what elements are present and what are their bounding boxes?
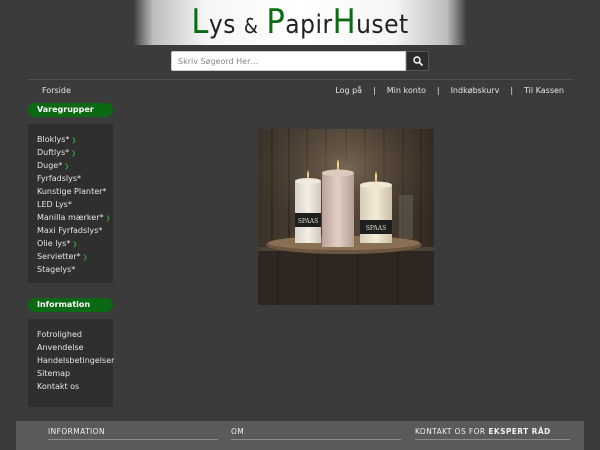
information-list: Fotrolighed Anvendelse Handelsbetingelse… bbox=[37, 328, 114, 393]
nav-my-account-link[interactable]: Min konto bbox=[387, 86, 426, 95]
category-link[interactable]: Fyrfadslys* bbox=[37, 174, 81, 183]
list-item[interactable]: Olie lys* ❯ bbox=[37, 237, 113, 250]
logo-ampersand: & bbox=[243, 14, 259, 38]
search-button[interactable] bbox=[406, 51, 429, 71]
list-item[interactable]: Sitemap bbox=[37, 367, 113, 380]
category-link[interactable]: Maxi Fyrfadslys* bbox=[37, 226, 102, 235]
category-link[interactable]: LED Lys* bbox=[37, 200, 72, 209]
information-heading: Information bbox=[28, 298, 113, 312]
category-link[interactable]: Duftlys* bbox=[37, 148, 69, 157]
footer-contact-bold: EKSPERT RÅD bbox=[488, 427, 551, 436]
hero-image[interactable]: SPAAS SPAAS bbox=[258, 129, 434, 305]
search-input[interactable] bbox=[171, 51, 406, 71]
nav-separator: | bbox=[510, 86, 514, 95]
expand-arrow-icon[interactable]: ❯ bbox=[83, 254, 88, 261]
list-item[interactable]: Maxi Fyrfadslys* bbox=[37, 224, 113, 237]
list-item[interactable]: Kontakt os bbox=[37, 380, 113, 393]
nav-login-link[interactable]: Log på bbox=[335, 86, 362, 95]
list-item[interactable]: Manilla mærker* ❯ bbox=[37, 211, 113, 224]
logo-word-lys: ys bbox=[208, 10, 244, 40]
nav-cart-link[interactable]: Indkøbskurv bbox=[451, 86, 500, 95]
list-item[interactable]: Duge* ❯ bbox=[37, 159, 113, 172]
expand-arrow-icon[interactable]: ❯ bbox=[72, 241, 77, 248]
list-item[interactable]: Anvendelse bbox=[37, 341, 113, 354]
footer-contact-title: KONTAKT OS FOR EKSPERT RÅD bbox=[415, 427, 551, 436]
expand-arrow-icon[interactable]: ❯ bbox=[71, 150, 76, 157]
categories-heading: Varegrupper bbox=[28, 103, 113, 117]
logo-word-uset: uset bbox=[356, 10, 409, 40]
site-logo[interactable]: Lys & PapirHuset bbox=[191, 0, 408, 46]
candle-label: SPAAS bbox=[298, 218, 318, 225]
expand-arrow-icon[interactable]: ❯ bbox=[64, 163, 69, 170]
logo-banner[interactable]: Lys & PapirHuset bbox=[133, 0, 467, 45]
list-item[interactable]: Duftlys* ❯ bbox=[37, 146, 113, 159]
expand-arrow-icon[interactable]: ❯ bbox=[71, 137, 76, 144]
footer-rule bbox=[48, 439, 218, 440]
list-item[interactable]: Stagelys* bbox=[37, 263, 113, 276]
search-icon bbox=[412, 56, 423, 66]
category-link[interactable]: Stagelys* bbox=[37, 265, 75, 274]
info-link-contact[interactable]: Kontakt os bbox=[37, 382, 79, 391]
search-bar bbox=[171, 51, 429, 71]
nav-home-link[interactable]: Forside bbox=[42, 86, 71, 95]
logo-letter-p: P bbox=[266, 2, 286, 42]
list-item[interactable]: Kunstige Planter* bbox=[37, 185, 113, 198]
nav-separator: | bbox=[373, 86, 376, 95]
list-item[interactable]: Servietter* ❯ bbox=[37, 250, 113, 263]
category-link[interactable]: Olie lys* bbox=[37, 239, 70, 248]
info-link-sitemap[interactable]: Sitemap bbox=[37, 369, 70, 378]
expand-arrow-icon[interactable]: ❯ bbox=[105, 215, 110, 222]
logo-letter-l: L bbox=[191, 2, 209, 42]
header-divider bbox=[27, 79, 574, 80]
info-link-usage[interactable]: Anvendelse bbox=[37, 343, 84, 352]
list-item[interactable]: LED Lys* bbox=[37, 198, 113, 211]
nav-checkout-link[interactable]: Til Kassen bbox=[524, 86, 564, 95]
category-link[interactable]: Duge* bbox=[37, 161, 62, 170]
user-nav: Log på | Min konto | Indkøbskurv | Til K… bbox=[335, 86, 564, 95]
categories-panel: Bloklys* ❯ Duftlys* ❯ Duge* ❯ Fyrfadslys* Kunst… bbox=[28, 124, 113, 283]
category-link[interactable]: Bloklys* bbox=[37, 135, 69, 144]
list-item[interactable]: Bloklys* ❯ bbox=[37, 133, 113, 146]
info-link-privacy[interactable]: Fotrolighed bbox=[37, 330, 82, 339]
nav-separator: | bbox=[436, 86, 440, 95]
list-item[interactable]: Handelsbetingelser bbox=[37, 354, 114, 367]
category-link[interactable]: Servietter* bbox=[37, 252, 81, 261]
footer-contact-prefix: KONTAKT OS FOR bbox=[415, 427, 489, 436]
category-link[interactable]: Kunstige Planter* bbox=[37, 187, 106, 196]
logo-word-apir: apir bbox=[285, 10, 333, 40]
info-link-terms[interactable]: Handelsbetingelser bbox=[37, 356, 114, 365]
footer-rule bbox=[231, 439, 401, 440]
category-link[interactable]: Manilla mærker* bbox=[37, 213, 103, 222]
footer-rule bbox=[415, 439, 570, 440]
candle-label: SPAAS bbox=[366, 225, 386, 232]
information-panel: Fotrolighed Anvendelse Handelsbetingelse… bbox=[28, 319, 114, 407]
list-item[interactable]: Fotrolighed bbox=[37, 328, 113, 341]
candles-photo: SPAAS SPAAS bbox=[258, 129, 434, 305]
footer: INFORMATION OM KONTAKT OS FOR EKSPERT RÅ… bbox=[16, 421, 584, 450]
footer-about-title: OM bbox=[231, 427, 245, 436]
footer-information-title: INFORMATION bbox=[48, 427, 105, 436]
category-list: Bloklys* ❯ Duftlys* ❯ Duge* ❯ Fyrfadslys* Kunst… bbox=[37, 133, 113, 276]
logo-letter-h: H bbox=[332, 2, 357, 42]
list-item[interactable]: Fyrfadslys* bbox=[37, 172, 113, 185]
